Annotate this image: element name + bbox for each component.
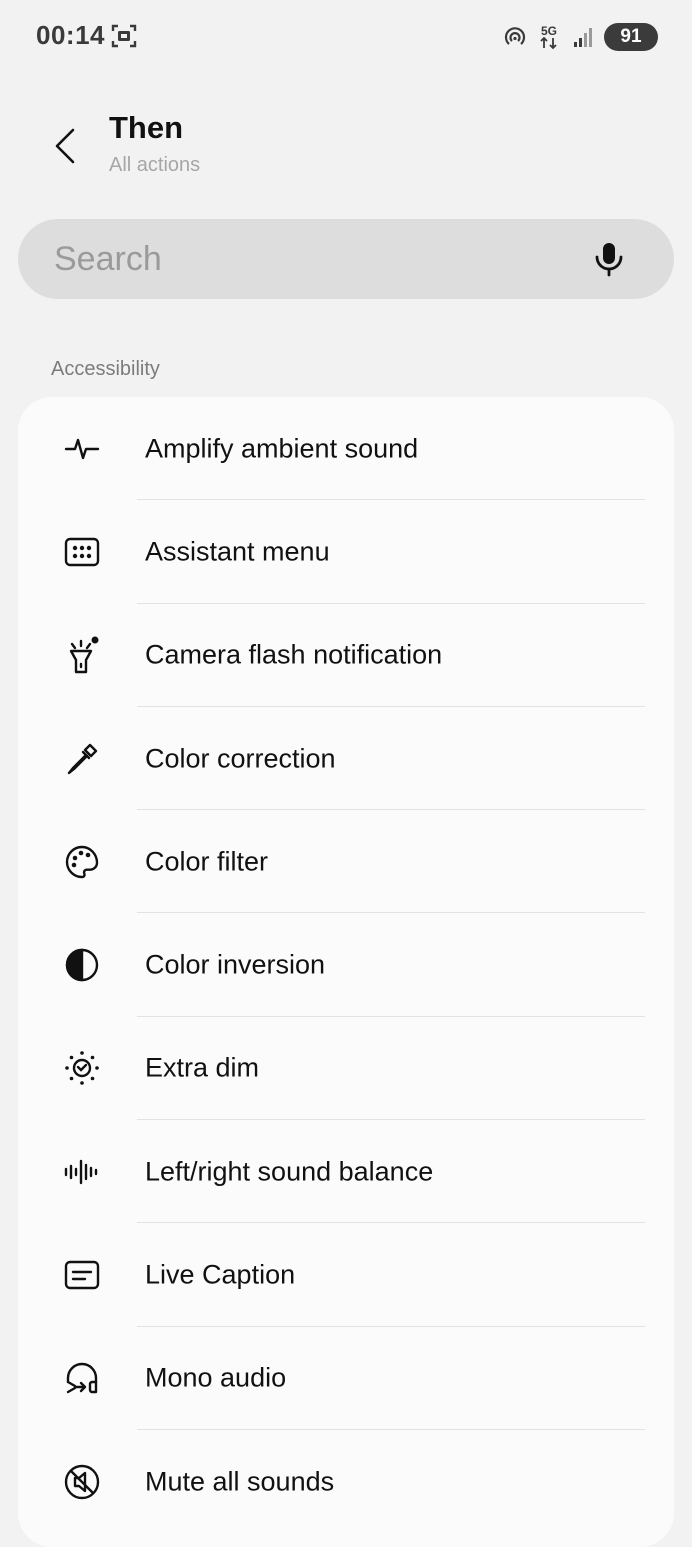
list-item-color-inversion[interactable]: Color inversion (18, 913, 674, 1017)
list-item-extra-dim[interactable]: Extra dim (18, 1017, 674, 1121)
screenshot-icon (110, 22, 138, 50)
list-item-label: Camera flash notification (145, 639, 443, 670)
page-subtitle: All actions (109, 154, 201, 176)
list-item-label: Color filter (145, 846, 269, 877)
status-icons: 5G 91 (502, 20, 658, 54)
list-item-amplify-ambient-sound[interactable]: Amplify ambient sound (18, 397, 674, 501)
contrast-icon (62, 945, 102, 985)
list-item-color-correction[interactable]: Color correction (18, 707, 674, 811)
network-label: 5G (541, 24, 557, 38)
page-title: Then (109, 110, 184, 145)
headphone-mono-icon (62, 1358, 102, 1398)
dim-sun-icon (62, 1048, 102, 1088)
list-item-label: Mono audio (145, 1362, 287, 1393)
actions-list: Amplify ambient sound Assistant menu Cam… (18, 397, 674, 1533)
signal-icon (570, 24, 596, 50)
list-item-label: Live Caption (145, 1259, 296, 1290)
search-input[interactable] (54, 219, 574, 299)
search-bar[interactable] (18, 219, 674, 299)
list-item-left-right-sound-balance[interactable]: Left/right sound balance (18, 1120, 674, 1224)
waveform-icon (62, 429, 102, 469)
back-button[interactable] (40, 118, 90, 174)
section-header-accessibility: Accessibility (51, 358, 160, 380)
actions-card: Amplify ambient sound Assistant menu Cam… (18, 397, 674, 1547)
list-item-label: Amplify ambient sound (145, 433, 419, 464)
list-item-mono-audio[interactable]: Mono audio (18, 1327, 674, 1430)
palette-icon (62, 842, 102, 882)
5g-data-icon: 5G (536, 24, 562, 50)
list-item-live-caption[interactable]: Live Caption (18, 1223, 674, 1327)
flashlight-icon (62, 635, 102, 675)
caption-icon (62, 1255, 102, 1295)
list-item-mute-all-sounds[interactable]: Mute all sounds (18, 1430, 674, 1533)
mute-icon (62, 1462, 102, 1502)
status-time: 00:14 (36, 20, 105, 50)
list-item-label: Mute all sounds (145, 1466, 335, 1497)
list-item-label: Left/right sound balance (145, 1156, 434, 1187)
list-item-color-filter[interactable]: Color filter (18, 810, 674, 914)
list-item-label: Color correction (145, 743, 336, 774)
eyedropper-icon (62, 739, 102, 779)
back-chevron-icon (53, 127, 77, 165)
sound-bars-icon (62, 1152, 102, 1192)
list-item-assistant-menu[interactable]: Assistant menu (18, 500, 674, 604)
microphone-icon[interactable] (592, 241, 626, 277)
battery-indicator: 91 (604, 23, 658, 51)
list-item-label: Extra dim (145, 1052, 260, 1083)
grid-menu-icon (62, 532, 102, 572)
list-item-label: Color inversion (145, 949, 326, 980)
list-item-camera-flash-notification[interactable]: Camera flash notification (18, 604, 674, 707)
hotspot-icon (502, 24, 528, 50)
list-item-label: Assistant menu (145, 536, 330, 567)
status-bar: 00:14 5G 91 (0, 0, 692, 74)
